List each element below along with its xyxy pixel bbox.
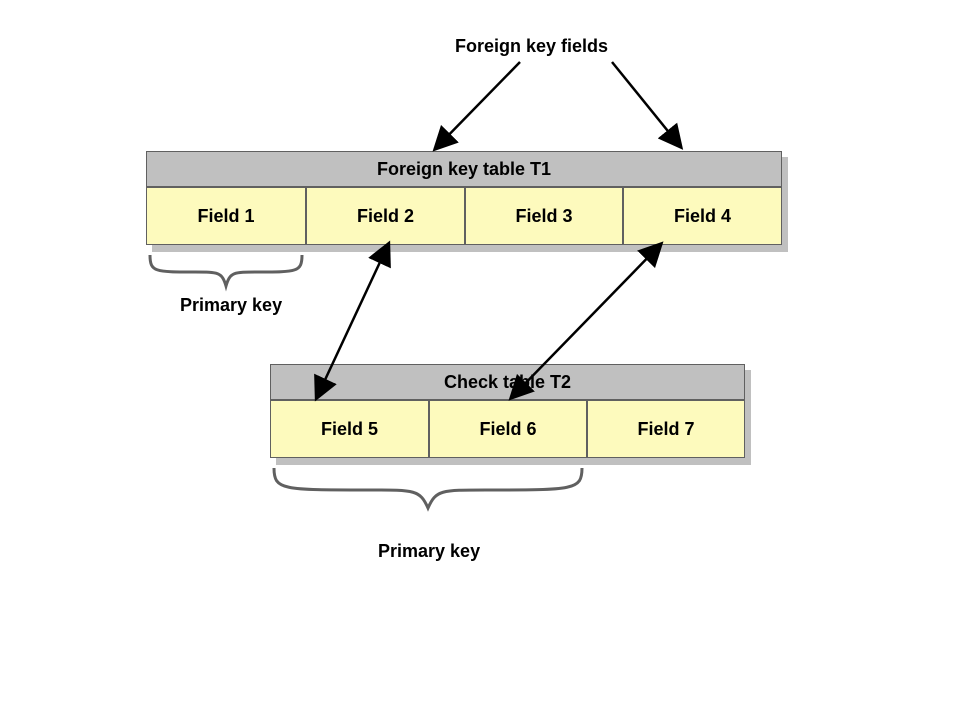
t2-field-5: Field 5	[270, 400, 429, 458]
table-t2-title: Check table T2	[444, 372, 571, 393]
t1-field-3-label: Field 3	[515, 206, 572, 227]
t1-field-1: Field 1	[146, 187, 306, 245]
table-t1-header: Foreign key table T1	[146, 151, 782, 187]
t1-field-2-label: Field 2	[357, 206, 414, 227]
primary-key-t1-label: Primary key	[180, 295, 282, 316]
diagram-connectors	[0, 0, 960, 720]
t2-field-5-label: Field 5	[321, 419, 378, 440]
t1-field-4: Field 4	[623, 187, 782, 245]
foreign-key-fields-label: Foreign key fields	[455, 36, 608, 57]
t1-field-4-label: Field 4	[674, 206, 731, 227]
arrow-top-left	[436, 62, 520, 148]
brace-t2	[274, 468, 582, 508]
table-t2-header: Check table T2	[270, 364, 745, 400]
t1-field-2: Field 2	[306, 187, 465, 245]
t2-field-6: Field 6	[429, 400, 587, 458]
primary-key-t2-label: Primary key	[378, 541, 480, 562]
t2-field-7: Field 7	[587, 400, 745, 458]
t1-field-1-label: Field 1	[197, 206, 254, 227]
table-t1-title: Foreign key table T1	[377, 159, 551, 180]
t1-field-3: Field 3	[465, 187, 623, 245]
t2-field-6-label: Field 6	[479, 419, 536, 440]
brace-t1	[150, 255, 302, 286]
arrow-top-right	[612, 62, 680, 146]
t2-field-7-label: Field 7	[637, 419, 694, 440]
